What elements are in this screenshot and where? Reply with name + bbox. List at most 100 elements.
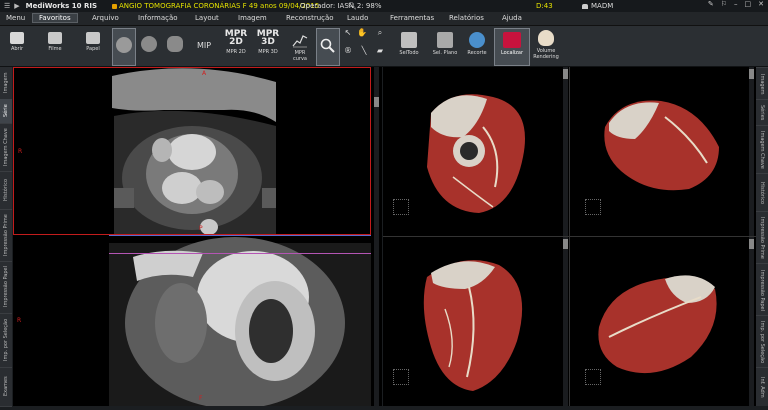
abrir-button[interactable]: Abrir [4, 28, 30, 64]
minimize-icon[interactable]: – [734, 0, 738, 8]
recorte-button[interactable]: Recorte [464, 28, 490, 64]
rotate-tool[interactable]: ® [342, 46, 354, 62]
orientation-cube-2 [585, 199, 601, 215]
heart-3d-image-3 [423, 260, 523, 391]
vr-scrollbar-4[interactable] [749, 237, 754, 406]
line-tool[interactable]: ╲ [358, 46, 370, 62]
menu-laudo[interactable]: Laudo [347, 14, 368, 22]
close-icon[interactable]: ✕ [758, 0, 764, 8]
menu-layout[interactable]: Layout [195, 14, 219, 22]
zoom-tool-button[interactable] [316, 28, 340, 66]
eraser-icon: ▰ [376, 46, 384, 55]
orientation-cube-1 [393, 199, 409, 215]
vr-view-4[interactable] [569, 237, 756, 406]
menu-arquivo[interactable]: Arquivo [92, 14, 119, 22]
seltodo-label: SelTodo [399, 50, 419, 56]
right-tab-impressao-papel[interactable]: Impressão Papel [756, 263, 768, 316]
left-tab-exames[interactable]: Exames [0, 367, 12, 407]
vr-scroll-thumb-2[interactable] [749, 69, 754, 79]
right-tab-imagem-chave[interactable]: Imagem Chave [756, 125, 768, 174]
skull-view-button[interactable] [138, 28, 160, 64]
menu-menu[interactable]: Menu [6, 14, 25, 22]
play-icon[interactable]: ▶ [14, 2, 19, 10]
left-tabs: Imagem Série Imagem Chave Histórico Impr… [0, 67, 12, 407]
sel-plano-button[interactable]: Sel. Plano [432, 28, 458, 64]
mpr-3d-button[interactable]: MPR 3D MPR 3D [254, 28, 282, 64]
right-tab-imp-selecao[interactable]: Imp. por Seleção [756, 315, 768, 368]
left-tab-imagem-chave[interactable]: Imagem Chave [0, 123, 12, 172]
brain-view-button[interactable] [112, 28, 136, 66]
menu-imagem[interactable]: Imagem [238, 14, 267, 22]
notification-icon[interactable]: ⚐ [721, 0, 727, 8]
short-axis-view[interactable]: R F [13, 237, 371, 406]
right-tab-historico[interactable]: Histórico [756, 173, 768, 212]
axial-view[interactable]: A R [13, 67, 371, 235]
sync-line-blue [109, 235, 371, 236]
recorte-label: Recorte [467, 50, 487, 56]
skull-icon [141, 36, 157, 52]
papel-label: Papel [86, 46, 100, 52]
vr-scroll-thumb-3[interactable] [563, 239, 568, 249]
menu-icon[interactable]: ☰ [4, 2, 10, 10]
vr-scroll-thumb-1[interactable] [563, 69, 568, 79]
menu-relatorios[interactable]: Relatórios [449, 14, 484, 22]
folder-icon [10, 32, 24, 44]
short-axis-left-label: R [17, 317, 22, 324]
seltodo-button[interactable]: SelTodo [396, 28, 422, 64]
left-tab-impressao-prime[interactable]: Impressão Prime [0, 209, 12, 262]
mpr-3d-icon: MPR 3D [256, 29, 280, 47]
vr-view-1[interactable] [383, 67, 570, 237]
right-tab-impressao-prime[interactable]: Impressão Prime [756, 211, 768, 264]
search-icon: 🔍︎ [348, 2, 357, 10]
menu-favoritos[interactable]: Favoritos [32, 13, 78, 23]
sync-line-magenta [109, 253, 371, 254]
vr-view-2[interactable] [569, 67, 756, 237]
localizar-label: Localizar [500, 50, 524, 56]
mip-button[interactable]: MIP [192, 28, 216, 64]
short-axis-ct-image [13, 237, 371, 406]
short-axis-bottom-label: F [199, 395, 203, 402]
mpr-viewer-left[interactable]: A R P H R F [13, 67, 382, 406]
mpr-curva-button[interactable]: MPR curva [287, 28, 313, 64]
select-all-icon [401, 32, 417, 48]
crop-icon [469, 32, 485, 48]
vr-scrollbar-3[interactable] [563, 237, 568, 406]
menu-ferramentas[interactable]: Ferramentas [390, 14, 434, 22]
locate-icon [503, 32, 521, 48]
left-tab-serie[interactable]: Série [0, 99, 12, 124]
menu-informacao[interactable]: Informação [138, 14, 178, 22]
left-viewer-scroll-thumb[interactable] [374, 97, 379, 107]
vr-scrollbar-2[interactable] [749, 67, 754, 236]
papel-button[interactable]: Papel [80, 28, 106, 64]
right-tab-series[interactable]: Séries [756, 99, 768, 126]
mpr-2d-button[interactable]: MPR 2D MPR 2D [222, 28, 250, 64]
filme-button[interactable]: Filme [42, 28, 68, 64]
menu-ajuda[interactable]: Ajuda [502, 14, 522, 22]
eraser-tool[interactable]: ▰ [374, 46, 386, 62]
vr-scrollbar-1[interactable] [563, 67, 568, 236]
left-tab-imp-selecao[interactable]: Imp. por Seleção [0, 313, 12, 368]
settings-icon[interactable]: ✎ [708, 0, 714, 8]
vr-view-3[interactable] [383, 237, 570, 406]
left-tab-imagem[interactable]: Imagem [0, 67, 12, 100]
left-tab-impressao-papel[interactable]: Impressão Papel [0, 261, 12, 314]
left-tab-historico[interactable]: Histórico [0, 171, 12, 210]
volume-rendering-label: Volume Rendering [533, 48, 559, 60]
menu-reconstrucao[interactable]: Reconstrução [286, 14, 334, 22]
title-bar: ☰ ▶ MediWorks 10 RIS ANGIO TOMOGRAFIA CO… [0, 0, 768, 12]
left-viewer-scrollbar[interactable] [374, 67, 379, 406]
restore-icon[interactable]: □ [745, 0, 752, 8]
volume-rendering-button[interactable]: Volume Rendering [530, 28, 562, 64]
thorax-view-button[interactable] [164, 28, 186, 64]
printer-icon [48, 32, 62, 44]
right-tabs: Imagem Séries Imagem Chave Histórico Imp… [756, 67, 768, 406]
localizar-button[interactable]: Localizar [494, 28, 530, 66]
right-tab-imagem[interactable]: Imagem [756, 67, 768, 100]
vr-scroll-thumb-4[interactable] [749, 239, 754, 249]
volume-rendering-viewer[interactable] [383, 67, 756, 406]
mpr-2d-icon: MPR 2D [224, 29, 248, 47]
right-tab-inf-adm[interactable]: Inf. Adm [756, 367, 768, 407]
select-plane-icon [437, 32, 453, 48]
orientation-cube-4 [585, 369, 601, 385]
brain-icon [116, 37, 132, 53]
